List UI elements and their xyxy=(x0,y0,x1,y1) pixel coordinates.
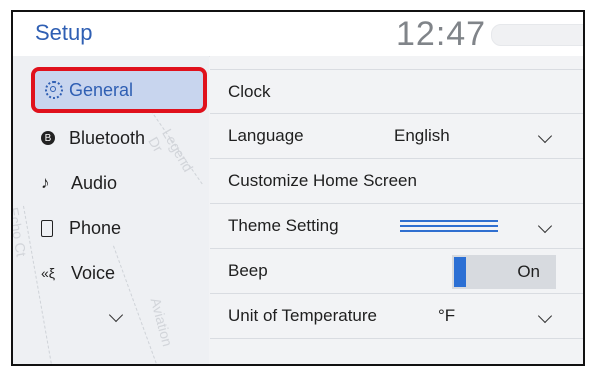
row-label: Language xyxy=(228,126,304,145)
language-dropdown[interactable] xyxy=(537,128,553,146)
chevron-down-icon xyxy=(537,128,553,144)
chevron-down-icon xyxy=(537,218,553,234)
row-label: Unit of Temperature xyxy=(228,306,377,325)
toggle-state: On xyxy=(517,262,540,281)
sidebar: Legend Dr Echo Ct Aviation General B Blu… xyxy=(13,56,209,364)
sidebar-item-audio[interactable]: ♪ Audio xyxy=(31,163,217,203)
settings-row-customize-home[interactable]: Customize Home Screen xyxy=(210,159,583,204)
language-value: English xyxy=(394,126,450,145)
toggle-indicator xyxy=(454,257,466,287)
row-label: Beep xyxy=(228,261,268,280)
settings-row-theme[interactable]: Theme Setting xyxy=(210,204,583,249)
sidebar-scroll-down-button[interactable] xyxy=(108,307,131,327)
row-label: Clock xyxy=(228,82,271,101)
sidebar-item-label: Phone xyxy=(69,217,122,238)
sidebar-item-bluetooth[interactable]: B Bluetooth xyxy=(31,118,217,158)
chevron-down-icon xyxy=(108,307,124,323)
page-title: Setup xyxy=(35,20,93,45)
sidebar-item-label: Audio xyxy=(71,172,118,193)
chevron-down-icon xyxy=(537,308,553,324)
voice-icon: «ξ xyxy=(41,265,56,281)
sidebar-item-general[interactable]: General xyxy=(31,67,207,113)
sidebar-item-label: Voice xyxy=(71,262,116,283)
sidebar-item-phone[interactable]: Phone xyxy=(31,208,217,248)
temperature-dropdown[interactable] xyxy=(537,308,553,326)
row-label: Customize Home Screen xyxy=(228,171,417,190)
theme-preview-icon xyxy=(400,220,498,234)
gear-icon xyxy=(45,81,63,99)
bluetooth-icon: B xyxy=(41,131,55,145)
header-decoration xyxy=(491,24,583,46)
temperature-unit-value: °F xyxy=(438,306,456,325)
theme-dropdown[interactable] xyxy=(537,218,553,236)
clock-time: 12:47 xyxy=(396,15,487,53)
sidebar-item-voice[interactable]: «ξ Voice xyxy=(31,253,217,293)
sidebar-item-label: Bluetooth xyxy=(69,127,146,148)
row-label: Theme Setting xyxy=(228,216,339,235)
map-label: Aviation xyxy=(147,296,176,349)
sidebar-item-label: General xyxy=(69,79,134,100)
settings-row-beep[interactable]: Beep On xyxy=(210,249,583,294)
settings-list: Clock Language English Customize Home Sc… xyxy=(210,56,583,364)
settings-row-temperature[interactable]: Unit of Temperature °F xyxy=(210,294,583,339)
setup-screen: Setup 12:47 Legend Dr Echo Ct Aviation G… xyxy=(11,10,585,366)
settings-row-clock[interactable]: Clock xyxy=(210,69,583,114)
settings-row-language[interactable]: Language English xyxy=(210,114,583,159)
phone-icon xyxy=(41,219,53,237)
music-note-icon: ♪ xyxy=(41,173,50,192)
beep-toggle[interactable]: On xyxy=(452,255,556,289)
header-bar: Setup 12:47 xyxy=(13,12,583,57)
